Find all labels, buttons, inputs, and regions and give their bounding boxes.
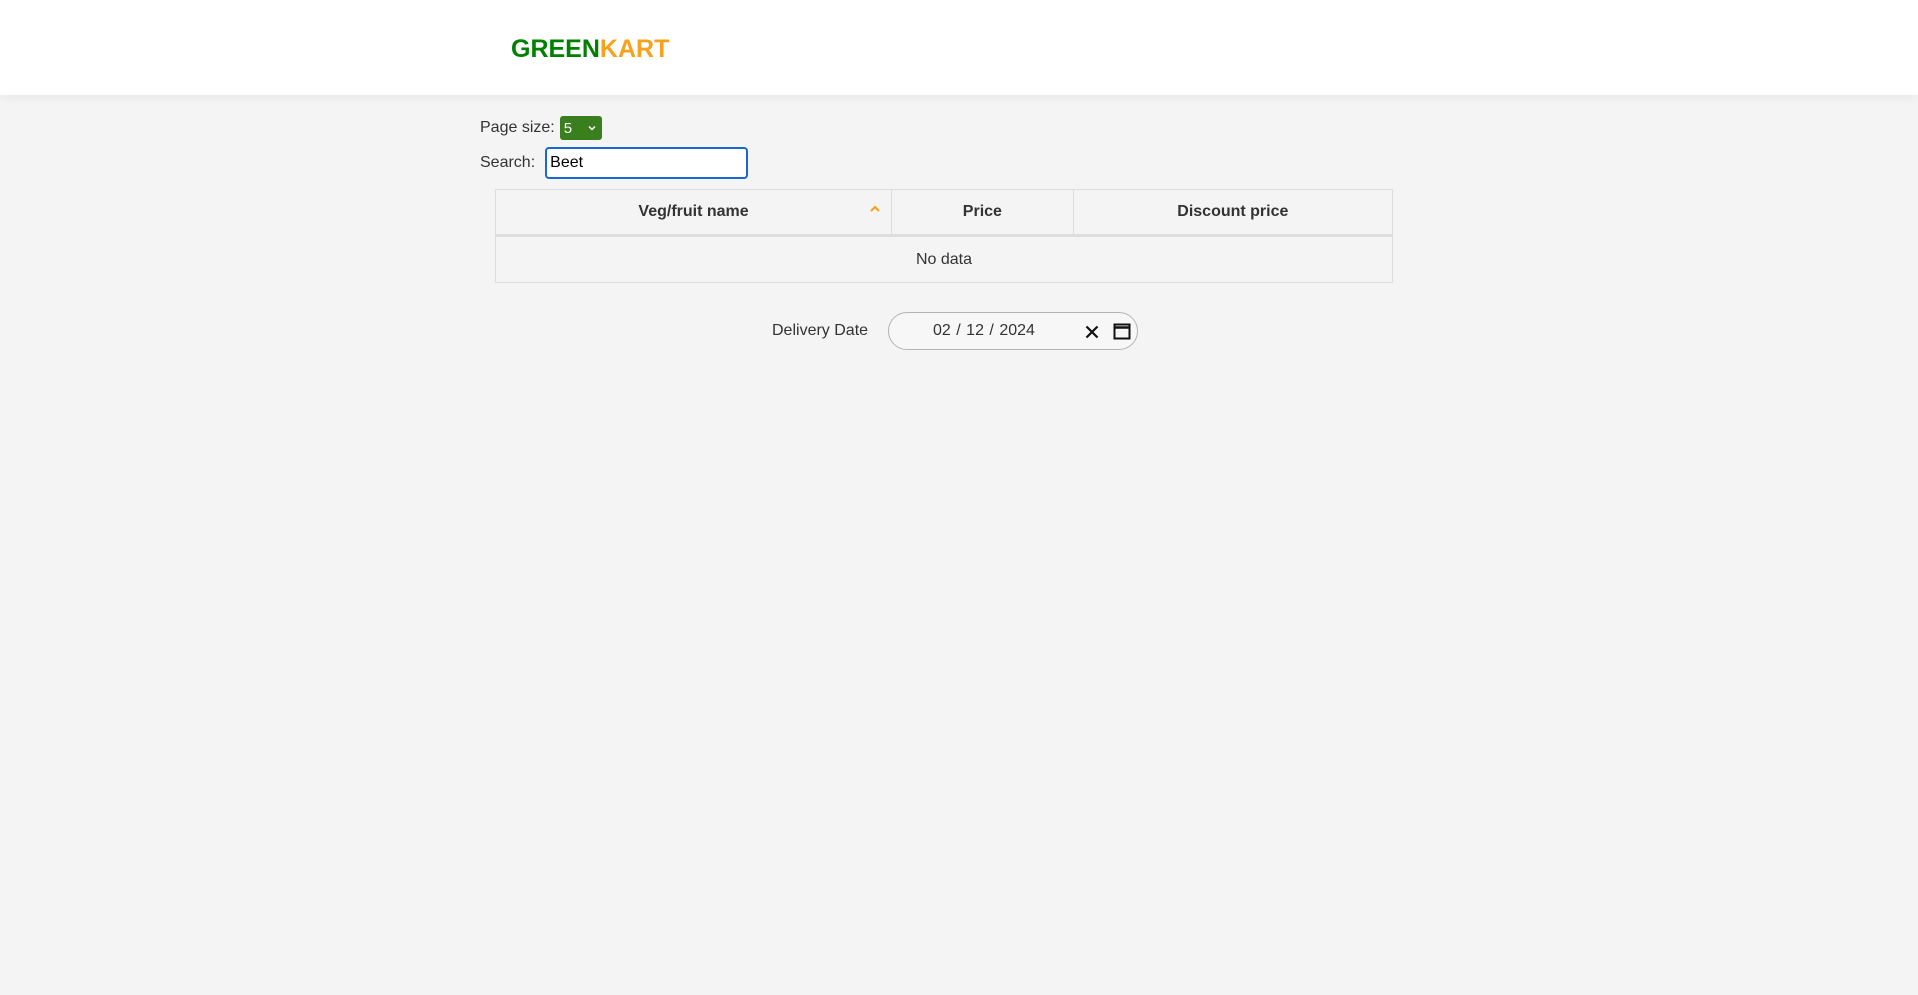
greenkart-logo: GREENKART (511, 34, 669, 64)
page-size-value: 5 (563, 119, 573, 137)
page-size-select[interactable]: 5 (559, 116, 602, 140)
search-input[interactable] (545, 147, 749, 179)
calendar-icon[interactable] (1113, 322, 1131, 340)
delivery-date-row: Delivery Date 02 / 12 / 2024 (772, 312, 1139, 350)
close-icon[interactable] (1084, 324, 1100, 340)
empty-table-message: No data (495, 235, 1393, 283)
main-content: Page size: 5 Search: Veg/fruit name (0, 95, 1918, 995)
page-size-row: Page size: 5 (480, 115, 602, 141)
table-header-row: Veg/fruit name Price Discount price (494, 189, 1394, 237)
search-row: Search: (480, 147, 749, 179)
search-label: Search: (480, 154, 536, 171)
column-header-price[interactable]: Price (891, 189, 1074, 237)
brand-green-text: GREEN (511, 35, 600, 63)
top-header: GREENKART (0, 0, 1918, 95)
chevron-up-icon (870, 205, 880, 212)
date-day[interactable]: 12 (966, 322, 984, 339)
page-size-label: Page size: (480, 119, 555, 136)
products-table-container: Veg/fruit name Price Discount price No d… (494, 189, 1394, 283)
date-year[interactable]: 2024 (999, 322, 1035, 339)
delivery-date-label: Delivery Date (772, 322, 869, 339)
chevron-down-icon (588, 125, 596, 131)
column-header-price-label: Price (962, 203, 1002, 220)
delivery-date-picker[interactable]: 02 / 12 / 2024 (888, 312, 1139, 350)
column-header-discount-label: Discount price (1177, 203, 1289, 220)
date-month[interactable]: 02 (933, 322, 951, 339)
column-header-name[interactable]: Veg/fruit name (494, 189, 893, 237)
column-header-name-label: Veg/fruit name (638, 203, 749, 220)
column-header-discount[interactable]: Discount price (1072, 189, 1394, 237)
brand-orange-text: KART (599, 35, 670, 63)
table-row: No data (495, 235, 1393, 283)
products-table: Veg/fruit name Price Discount price No d… (494, 189, 1394, 283)
delivery-date-value[interactable]: 02 / 12 / 2024 (933, 322, 1035, 340)
